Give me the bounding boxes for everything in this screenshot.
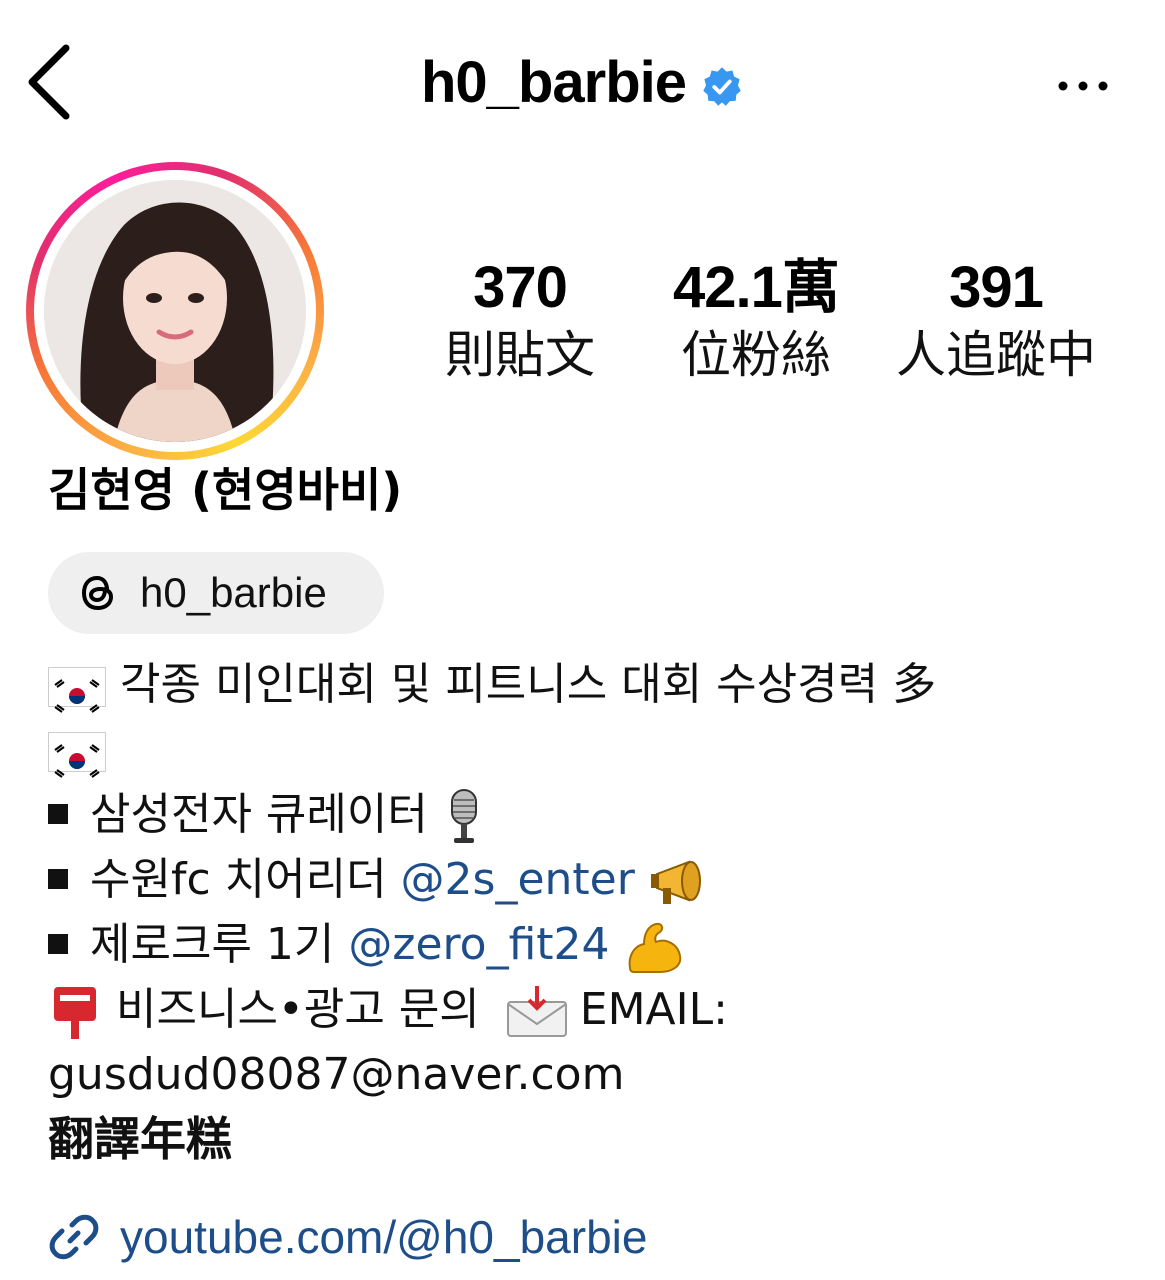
verified-badge-icon [703, 67, 741, 106]
bio-line: 각종 미인대회 및 피트니스 대회 수상경력 多 [48, 652, 1138, 717]
bio: 각종 미인대회 및 피트니스 대회 수상경력 多 삼성전자 큐레이터 수원fc … [48, 652, 1138, 1172]
korea-flag-icon [48, 667, 106, 713]
bio-line: 수원fc 치어리더 @2s_enter [48, 847, 1138, 912]
link-url: youtube.com/@h0_barbie [120, 1211, 648, 1263]
stat-value: 370 [473, 255, 568, 320]
bio-line: 제로크루 1기 @zero_fit24 [48, 912, 1138, 977]
username: h0_barbie [421, 50, 687, 115]
postbox-icon [54, 987, 96, 1039]
stat-posts[interactable]: 370 則貼文 [400, 252, 640, 386]
stat-label: 位粉絲 [681, 326, 831, 384]
stat-value: 42.1萬 [673, 255, 840, 320]
stat-value: 391 [949, 255, 1044, 320]
microphone-icon [450, 789, 477, 843]
bio-text: 제로크루 1기 [90, 919, 349, 970]
full-name: 김현영 (현영바비) [48, 463, 403, 517]
bio-line: 비즈니스•광고 문의 EMAIL: [48, 977, 1138, 1042]
stat-label: 則貼文 [445, 326, 595, 384]
threads-badge-button[interactable]: h0_barbie [48, 552, 384, 634]
bio-text: 각종 미인대회 및 피트니스 대회 수상경력 多 [120, 659, 937, 710]
bullet-square-icon [48, 804, 68, 824]
bio-text: 비즈니스•광고 문의 [116, 984, 480, 1035]
avatar-image [44, 180, 306, 442]
avatar [44, 180, 306, 442]
bullet-square-icon [48, 934, 68, 954]
see-translation-button[interactable]: 翻譯年糕 [48, 1107, 1138, 1172]
email-label: EMAIL: [579, 984, 728, 1035]
bio-line [48, 717, 1138, 782]
top-bar: h0_barbie [0, 0, 1165, 170]
link-icon [49, 1214, 99, 1260]
mention-link[interactable]: @2s_enter [401, 854, 635, 905]
stat-label: 人追蹤中 [896, 326, 1096, 384]
bio-text: 삼성전자 큐레이터 [90, 789, 428, 840]
megaphone-icon [650, 860, 701, 904]
threads-icon [81, 575, 114, 611]
envelope-arrow-icon [506, 986, 567, 1037]
mention-link[interactable]: @zero_fit24 [348, 919, 609, 970]
stat-following[interactable]: 391 人追蹤中 [876, 252, 1116, 386]
more-horizontal-icon [1058, 81, 1108, 91]
flexed-biceps-icon [628, 922, 681, 973]
external-link[interactable]: youtube.com/@h0_barbie [48, 1210, 647, 1264]
stat-followers[interactable]: 42.1萬 位粉絲 [636, 252, 876, 386]
more-options-button[interactable] [1053, 66, 1113, 106]
username-header: h0_barbie [0, 48, 1165, 118]
bio-email: gusdud08087@naver.com [48, 1049, 625, 1100]
bullet-square-icon [48, 869, 68, 889]
bio-text: 수원fc 치어리더 [90, 854, 401, 905]
korea-flag-icon [48, 732, 106, 778]
profile-stats: 370 則貼文 42.1萬 位粉絲 391 人追蹤中 [400, 252, 1140, 392]
bio-line: 삼성전자 큐레이터 [48, 782, 1138, 847]
threads-handle: h0_barbie [140, 569, 327, 616]
story-ring[interactable] [26, 162, 324, 460]
